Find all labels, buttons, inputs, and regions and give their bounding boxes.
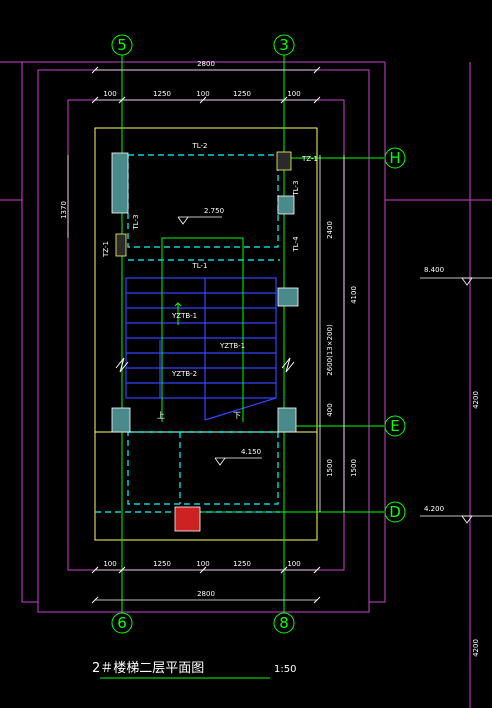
dim-right-4: 400 bbox=[326, 403, 334, 416]
label-tz1-top: TZ-1 bbox=[301, 155, 318, 163]
dim-bottom-total-text: 2800 bbox=[197, 590, 215, 598]
elev-marker-landing bbox=[177, 216, 189, 225]
dim-bottom-part-4: 1250 bbox=[233, 560, 251, 568]
axis-label-D: D bbox=[389, 503, 401, 521]
dim-top-part-3: 100 bbox=[196, 90, 209, 98]
column-tz1-left-top bbox=[111, 152, 129, 214]
drawing-scale: 1:50 bbox=[274, 664, 296, 675]
label-elev-right-1: 8.400 bbox=[424, 266, 444, 274]
dim-right-1: 2400 bbox=[326, 221, 334, 239]
axis-bubbles bbox=[111, 34, 406, 634]
dim-bottom-part-2: 1250 bbox=[153, 560, 171, 568]
label-elev-right-2: 4.200 bbox=[424, 505, 444, 513]
label-tl3-right: TL-3 bbox=[292, 180, 300, 196]
dim-top-part-1: 100 bbox=[103, 90, 116, 98]
dim-right-3: 2600(13×200) bbox=[326, 324, 334, 376]
dim-bottom-part-5: 100 bbox=[287, 560, 300, 568]
column-right-landing bbox=[277, 407, 297, 433]
label-tl1: TL-1 bbox=[191, 262, 207, 270]
elev-marker-floor bbox=[214, 457, 226, 466]
column-tz1-left bbox=[115, 233, 127, 257]
stair-plan-drawing: 5 3 6 8 H E D 2800 100 1250 100 1250 100… bbox=[0, 34, 492, 708]
inner-frame bbox=[67, 99, 345, 571]
label-down: 下 bbox=[233, 411, 241, 420]
label-tz1-left: TZ-1 bbox=[102, 241, 110, 258]
axis-lines bbox=[100, 55, 384, 679]
label-dim-far-2: 4200 bbox=[472, 639, 480, 657]
axis-label-E: E bbox=[390, 417, 399, 435]
dim-right-2: 4100 bbox=[350, 286, 358, 304]
label-dim-far-1: 4200 bbox=[472, 391, 480, 409]
axis-label-3: 3 bbox=[279, 36, 289, 54]
beam-tl2-area bbox=[127, 154, 279, 248]
outer-frame bbox=[37, 69, 370, 613]
label-ytb1-a: YZTB-1 bbox=[171, 312, 197, 320]
outer-frames bbox=[0, 61, 492, 708]
column-right-mid bbox=[277, 287, 299, 307]
axis-label-6: 6 bbox=[117, 614, 127, 632]
elevation-markers bbox=[177, 216, 492, 524]
axis-label-5: 5 bbox=[117, 36, 127, 54]
axis-label-8: 8 bbox=[279, 614, 289, 632]
dim-right-5: 1500 bbox=[326, 459, 334, 477]
column-right-upper bbox=[277, 195, 295, 215]
dim-bottom-part-1: 100 bbox=[103, 560, 116, 568]
column-tz1-right bbox=[276, 151, 292, 171]
label-tl4: TL-4 bbox=[292, 236, 300, 253]
dim-top-part-2: 1250 bbox=[153, 90, 171, 98]
column-red bbox=[174, 506, 201, 532]
side-boundary bbox=[0, 199, 492, 613]
drawing-title: 2＃楼梯二层平面图 bbox=[92, 661, 204, 676]
label-elev-floor: 4.150 bbox=[241, 448, 261, 456]
label-ytb1-b: YZTB-1 bbox=[219, 342, 245, 350]
dim-right-6: 1500 bbox=[350, 459, 358, 477]
dim-top-total-text: 2800 bbox=[197, 60, 215, 68]
dim-top-part-4: 1250 bbox=[233, 90, 251, 98]
dim-bottom-part-3: 100 bbox=[196, 560, 209, 568]
axis-label-H: H bbox=[389, 149, 400, 167]
label-ytb2: YZTB-2 bbox=[171, 370, 197, 378]
label-tl3-left: TL-3 bbox=[132, 214, 140, 230]
column-left-landing bbox=[111, 407, 131, 433]
beam-lower-area bbox=[127, 431, 279, 505]
stair-flights bbox=[125, 277, 277, 421]
dim-left-text: 1370 bbox=[60, 201, 68, 219]
label-tl2: TL-2 bbox=[191, 142, 207, 150]
dim-top-part-5: 100 bbox=[287, 90, 300, 98]
label-elev-landing: 2.750 bbox=[204, 207, 224, 215]
label-up: 上 bbox=[157, 411, 165, 420]
